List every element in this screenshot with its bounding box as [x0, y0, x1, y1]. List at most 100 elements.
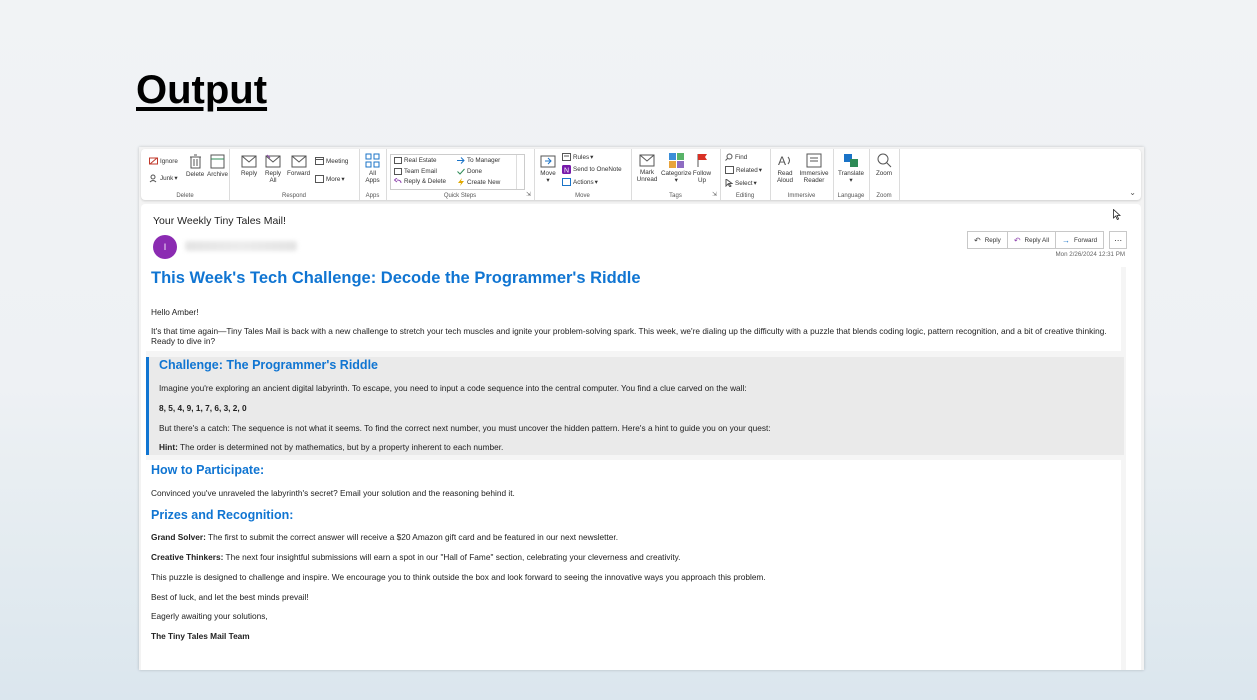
immersive-reader-icon: [806, 153, 822, 168]
zoom-group: Zoom Zoom: [869, 149, 900, 200]
junk-button[interactable]: Junk ▾: [149, 174, 177, 183]
select-button[interactable]: Select ▾: [725, 179, 757, 187]
move-group-label: Move: [575, 193, 590, 199]
onenote-icon: N: [562, 165, 571, 174]
related-icon: [725, 166, 734, 174]
flag-icon: [697, 154, 707, 167]
sign-off-line: Eagerly awaiting your solutions,: [151, 611, 268, 621]
email-title: This Week's Tech Challenge: Decode the P…: [151, 269, 641, 287]
quick-steps-gallery: Real Estate To Manager Team Email Done R…: [390, 154, 525, 190]
quick-steps-scrollbar[interactable]: [516, 155, 524, 189]
translate-icon: [844, 154, 858, 167]
mouse-cursor-icon: [1113, 209, 1121, 220]
zoom-group-label: Zoom: [876, 193, 892, 199]
move-button[interactable]: Move ▾: [540, 153, 556, 184]
envelope-unread-icon: [639, 154, 655, 167]
ignore-icon: [149, 157, 158, 165]
signature: The Tiny Tales Mail Team: [151, 631, 250, 641]
read-aloud-button[interactable]: A Read Aloud: [776, 153, 794, 184]
apps-grid-icon: [365, 153, 380, 168]
message-datetime: Mon 2/26/2024 12:31 PM: [1055, 251, 1126, 258]
avatar[interactable]: I: [153, 235, 177, 259]
quick-step-team-email[interactable]: Team Email: [394, 168, 437, 175]
meeting-button[interactable]: Meeting: [315, 157, 348, 165]
ribbon: Ignore Junk ▾ Delete Archive Delete Reply: [141, 149, 1141, 200]
junk-icon: [149, 174, 157, 183]
calendar-icon: [315, 157, 324, 165]
forward-arrow-icon: →: [1062, 235, 1071, 245]
more-respond-button[interactable]: More ▾: [315, 175, 345, 183]
reply-icon: [241, 155, 257, 168]
archive-button[interactable]: Archive: [207, 154, 228, 178]
quick-step-create-new[interactable]: Create New: [457, 178, 500, 186]
mark-unread-button[interactable]: Mark Unread: [636, 153, 658, 183]
sender-name: [185, 241, 297, 251]
team-email-icon: [394, 168, 402, 175]
delete-button[interactable]: Delete: [186, 154, 204, 178]
challenge-text: Imagine you're exploring an ancient digi…: [159, 383, 747, 393]
outlook-window: Ignore Junk ▾ Delete Archive Delete Reply: [139, 147, 1144, 670]
respond-group: Reply Reply All Forward Meeting More ▾ Re…: [229, 149, 360, 200]
reply-all-icon: [265, 154, 281, 168]
related-button[interactable]: Related ▾: [725, 166, 762, 174]
archive-icon: [210, 154, 225, 169]
grand-solver-text: Grand Solver: The first to submit the co…: [151, 532, 618, 542]
quick-steps-launcher-icon[interactable]: ⇲: [526, 191, 531, 198]
quick-step-to-manager[interactable]: To Manager: [457, 157, 500, 164]
editing-group: Find Related ▾ Select ▾ Editing: [720, 149, 771, 200]
cursor-icon: [725, 179, 733, 187]
zoom-button[interactable]: Zoom: [874, 153, 894, 177]
all-apps-button[interactable]: All Apps: [364, 153, 381, 184]
reply-button[interactable]: Reply: [241, 154, 257, 177]
reply-all-message-button[interactable]: ↶ Reply All: [1007, 231, 1057, 249]
message-subject: Your Weekly Tiny Tales Mail!: [153, 215, 286, 227]
translate-button[interactable]: Translate ▾: [838, 153, 864, 184]
rules-icon: [562, 153, 571, 161]
envelope-icon: [394, 157, 402, 164]
good-luck-line: Best of luck, and let the best minds pre…: [151, 592, 309, 602]
intro-paragraph: It's that time again—Tiny Tales Mail is …: [151, 326, 1107, 346]
ribbon-expand-icon[interactable]: ⌄: [1129, 188, 1136, 197]
participate-heading: How to Participate:: [151, 463, 265, 477]
delete-group: Ignore Junk ▾ Delete Archive Delete: [141, 149, 230, 200]
ignore-button[interactable]: Ignore: [149, 157, 178, 165]
forward-button[interactable]: Forward: [287, 154, 310, 177]
hint-label: Hint:: [159, 442, 178, 452]
find-button[interactable]: Find: [725, 153, 747, 161]
rules-button[interactable]: Rules ▾: [562, 153, 593, 161]
page-title: Output: [136, 68, 268, 112]
grand-solver-body: The first to submit the correct answer w…: [205, 532, 619, 542]
hint-text: Hint: The order is determined not by mat…: [159, 442, 503, 452]
forward-message-button[interactable]: → Forward: [1056, 231, 1105, 249]
immersive-group: A Read Aloud Immersive Reader Immersive: [770, 149, 834, 200]
lightning-icon: [458, 178, 464, 186]
move-folder-icon: [540, 155, 556, 168]
immersive-reader-button[interactable]: Immersive Reader: [798, 153, 830, 184]
arrow-right-icon: [457, 157, 465, 164]
greeting: Hello Amber!: [151, 307, 199, 317]
editing-group-label: Editing: [735, 193, 755, 199]
quick-step-real-estate[interactable]: Real Estate: [394, 157, 437, 164]
follow-up-button[interactable]: Follow Up: [693, 153, 711, 184]
tags-launcher-icon[interactable]: ⇲: [712, 191, 717, 198]
prizes-heading: Prizes and Recognition:: [151, 508, 294, 522]
reply-arrow-icon: ↶: [974, 235, 981, 245]
reply-delete-icon: [394, 178, 402, 184]
reply-message-button[interactable]: ↶ Reply: [967, 231, 1008, 249]
reply-all-button[interactable]: Reply All: [263, 154, 283, 184]
send-to-onenote-button[interactable]: N Send to OneNote: [562, 165, 622, 174]
delete-group-label: Delete: [176, 193, 194, 199]
quick-step-reply-delete[interactable]: Reply & Delete: [394, 178, 446, 185]
respond-group-label: Respond: [281, 193, 307, 199]
email-body: This Week's Tech Challenge: Decode the P…: [146, 267, 1126, 670]
creative-thinkers-body: The next four insightful submissions wil…: [223, 552, 681, 562]
more-options-icon[interactable]: ⋯: [1109, 231, 1128, 249]
apps-group: All Apps Apps: [359, 149, 387, 200]
zoom-icon: [877, 153, 891, 168]
quick-steps-group: Real Estate To Manager Team Email Done R…: [386, 149, 535, 200]
apps-group-label: Apps: [365, 193, 380, 199]
actions-icon: [562, 178, 571, 186]
quick-step-done[interactable]: Done: [457, 168, 482, 175]
actions-button[interactable]: Actions ▾: [562, 178, 598, 186]
categorize-button[interactable]: Categorize ▾: [661, 153, 691, 184]
